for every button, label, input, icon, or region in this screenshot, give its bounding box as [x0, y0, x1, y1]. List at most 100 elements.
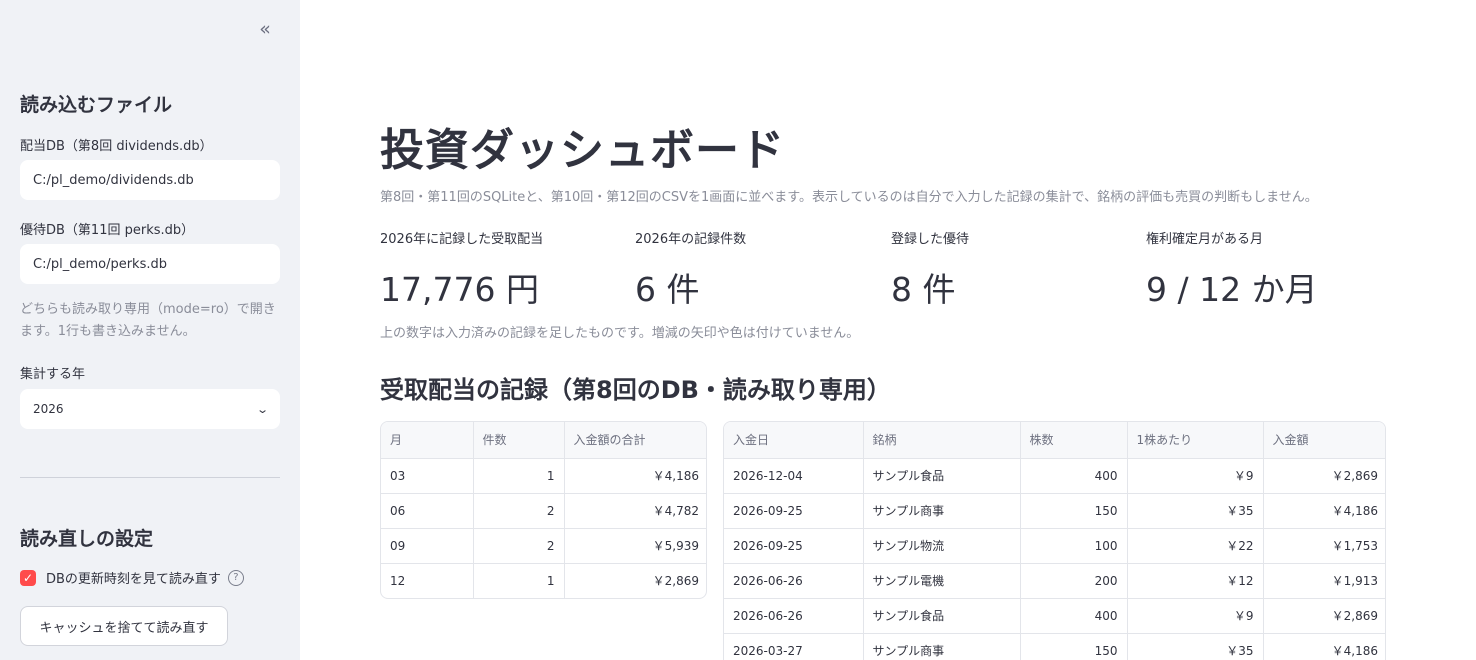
metric-dividends: 2026年に記録した受取配当 17,776 円 [380, 228, 543, 311]
cell-total: ￥2,869 [652, 574, 699, 589]
cell-per-share: ￥35 [1127, 493, 1264, 529]
column-header[interactable]: 銘柄 [863, 422, 1021, 459]
metric-rights-months: 権利確定月がある月 9 / 12 か月 [1146, 228, 1318, 311]
column-header[interactable]: 株数 [1020, 422, 1128, 459]
collapse-sidebar-icon[interactable]: « [252, 18, 278, 42]
cell-date: 2026-03-27 [724, 633, 864, 660]
column-header[interactable]: 入金額 [1263, 422, 1385, 459]
cell-date: 2026-06-26 [724, 598, 864, 634]
metric-label: 権利確定月がある月 [1146, 232, 1264, 247]
cell-count: 1 [473, 563, 565, 598]
cell-shares: 200 [1020, 563, 1128, 599]
cell-amount: ￥1,913 [1263, 563, 1385, 599]
year-select[interactable]: 2026 ⌄ [20, 389, 280, 429]
table-row[interactable]: 03 1 ￥4,186 [381, 458, 706, 494]
metric-value: 8 件 [891, 270, 956, 309]
table-header-row: 月 件数 入金額の合計 [381, 422, 706, 459]
cell-per-share: ￥12 [1127, 563, 1264, 599]
cell-name: サンプル電機 [863, 563, 1021, 599]
monthly-summary-table[interactable]: 月 件数 入金額の合計 03 1 ￥4,186 06 2 ￥4,782 09 2… [380, 421, 707, 599]
cell-per-share: ￥22 [1127, 528, 1264, 564]
cell-amount: ￥2,869 [1263, 458, 1385, 494]
table-row[interactable]: 2026-03-27 サンプル商事 150 ￥35 ￥4,186 [724, 633, 1385, 660]
cell-date: 2026-09-25 [724, 528, 864, 564]
metric-value: 9 / 12 か月 [1146, 270, 1318, 309]
perks-db-input[interactable] [20, 244, 280, 284]
dividend-db-label: 配当DB（第8回 dividends.db） [20, 139, 213, 154]
chevron-down-icon: ⌄ [255, 402, 269, 416]
reload-on-update-checkbox[interactable]: ✓ [20, 569, 36, 586]
cell-amount: ￥2,869 [1263, 598, 1385, 634]
cell-total: ￥4,782 [564, 493, 706, 529]
cell-shares: 150 [1020, 633, 1128, 660]
cell-count: 1 [473, 458, 565, 494]
reload-on-update-option: ✓ DBの更新時刻を見て読み直す ? [20, 568, 244, 587]
cell-name: サンプル商事 [863, 633, 1021, 660]
table-row[interactable]: 2026-09-25 サンプル物流 100 ￥22 ￥1,753 [724, 528, 1385, 564]
readonly-note: どちらも読み取り専用（mode=ro）で開きます。1行も書き込みません。 [20, 302, 276, 339]
metric-value: 6 件 [635, 270, 700, 309]
column-header[interactable]: 月 [381, 422, 474, 459]
cell-amount: ￥1,753 [1263, 528, 1385, 564]
dividend-db-input[interactable] [20, 160, 280, 200]
cell-per-share: ￥35 [1127, 633, 1264, 660]
year-select-value: 2026 [33, 402, 64, 416]
cell-shares: 100 [1020, 528, 1128, 564]
cell-date: 2026-06-26 [724, 563, 864, 599]
clear-cache-button[interactable]: キャッシュを捨てて読み直す [20, 606, 228, 646]
cell-name: サンプル物流 [863, 528, 1021, 564]
metric-label: 2026年に記録した受取配当 [380, 232, 544, 247]
metric-label: 2026年の記録件数 [635, 232, 747, 247]
cell-name: サンプル食品 [863, 458, 1021, 494]
cell-shares: 150 [1020, 493, 1128, 529]
cell-month: 12 [381, 563, 474, 598]
page-caption: 第8回・第11回のSQLiteと、第10回・第12回のCSVを1画面に並べます。… [380, 190, 1318, 205]
sidebar-divider [20, 477, 280, 478]
table-row[interactable]: 12 1 ￥2,869 [381, 563, 706, 598]
table-row[interactable]: 2026-06-26 サンプル電機 200 ￥12 ￥1,913 [724, 563, 1385, 599]
year-label: 集計する年 [20, 367, 86, 382]
cell-month: 06 [381, 493, 474, 529]
table-row[interactable]: 09 2 ￥5,939 [381, 528, 706, 564]
section-title: 受取配当の記録（第8回のDB・読み取り専用） [380, 376, 891, 404]
dividend-records-table[interactable]: 入金日 銘柄 株数 1株あたり 入金額 2026-12-04 サンプル食品 40… [723, 421, 1386, 660]
perks-db-label: 優待DB（第11回 perks.db） [20, 223, 195, 238]
reload-heading: 読み直しの設定 [20, 528, 154, 550]
metric-label: 登録した優待 [891, 232, 970, 247]
metrics-note: 上の数字は入力済みの記録を足したものです。増減の矢印や色は付けていません。 [380, 326, 860, 341]
cell-date: 2026-09-25 [724, 493, 864, 529]
table-row[interactable]: 06 2 ￥4,782 [381, 493, 706, 529]
cell-count: 2 [473, 493, 565, 529]
page-title: 投資ダッシュボード [380, 125, 785, 176]
cell-date: 2026-12-04 [724, 458, 864, 494]
cell-name: サンプル商事 [863, 493, 1021, 529]
sidebar: « 読み込むファイル 配当DB（第8回 dividends.db） 優待DB（第… [0, 0, 300, 660]
metric-value: 17,776 円 [380, 270, 539, 309]
column-header[interactable]: 入金日 [724, 422, 864, 459]
table-row[interactable]: 2026-09-25 サンプル商事 150 ￥35 ￥4,186 [724, 493, 1385, 529]
files-heading: 読み込むファイル [20, 94, 173, 116]
cell-month: 03 [381, 458, 474, 494]
cell-count: 2 [473, 528, 565, 564]
cell-per-share: ￥9 [1127, 458, 1264, 494]
main-content: 投資ダッシュボード 第8回・第11回のSQLiteと、第10回・第12回のCSV… [300, 0, 1476, 660]
cell-shares: 400 [1020, 598, 1128, 634]
cell-per-share: ￥9 [1127, 598, 1264, 634]
cell-month: 09 [381, 528, 474, 564]
table-row[interactable]: 2026-12-04 サンプル食品 400 ￥9 ￥2,869 [724, 458, 1385, 494]
help-icon[interactable]: ? [227, 569, 244, 586]
column-header[interactable]: 1株あたり [1127, 422, 1264, 459]
table-header-row: 入金日 銘柄 株数 1株あたり 入金額 [724, 422, 1385, 459]
metric-record-count: 2026年の記録件数 6 件 [635, 228, 746, 311]
table-row[interactable]: 2026-06-26 サンプル食品 400 ￥9 ￥2,869 [724, 598, 1385, 634]
cell-amount: ￥4,186 [1263, 493, 1385, 529]
cell-name: サンプル食品 [863, 598, 1021, 634]
column-header[interactable]: 件数 [473, 422, 565, 459]
cell-amount: ￥4,186 [1331, 644, 1378, 659]
metric-perks: 登録した優待 8 件 [891, 228, 969, 311]
cell-shares: 400 [1020, 458, 1128, 494]
column-header[interactable]: 入金額の合計 [564, 422, 706, 459]
reload-on-update-label[interactable]: DBの更新時刻を見て読み直す [46, 568, 221, 587]
cell-total: ￥4,186 [564, 458, 706, 494]
cell-total: ￥5,939 [564, 528, 706, 564]
